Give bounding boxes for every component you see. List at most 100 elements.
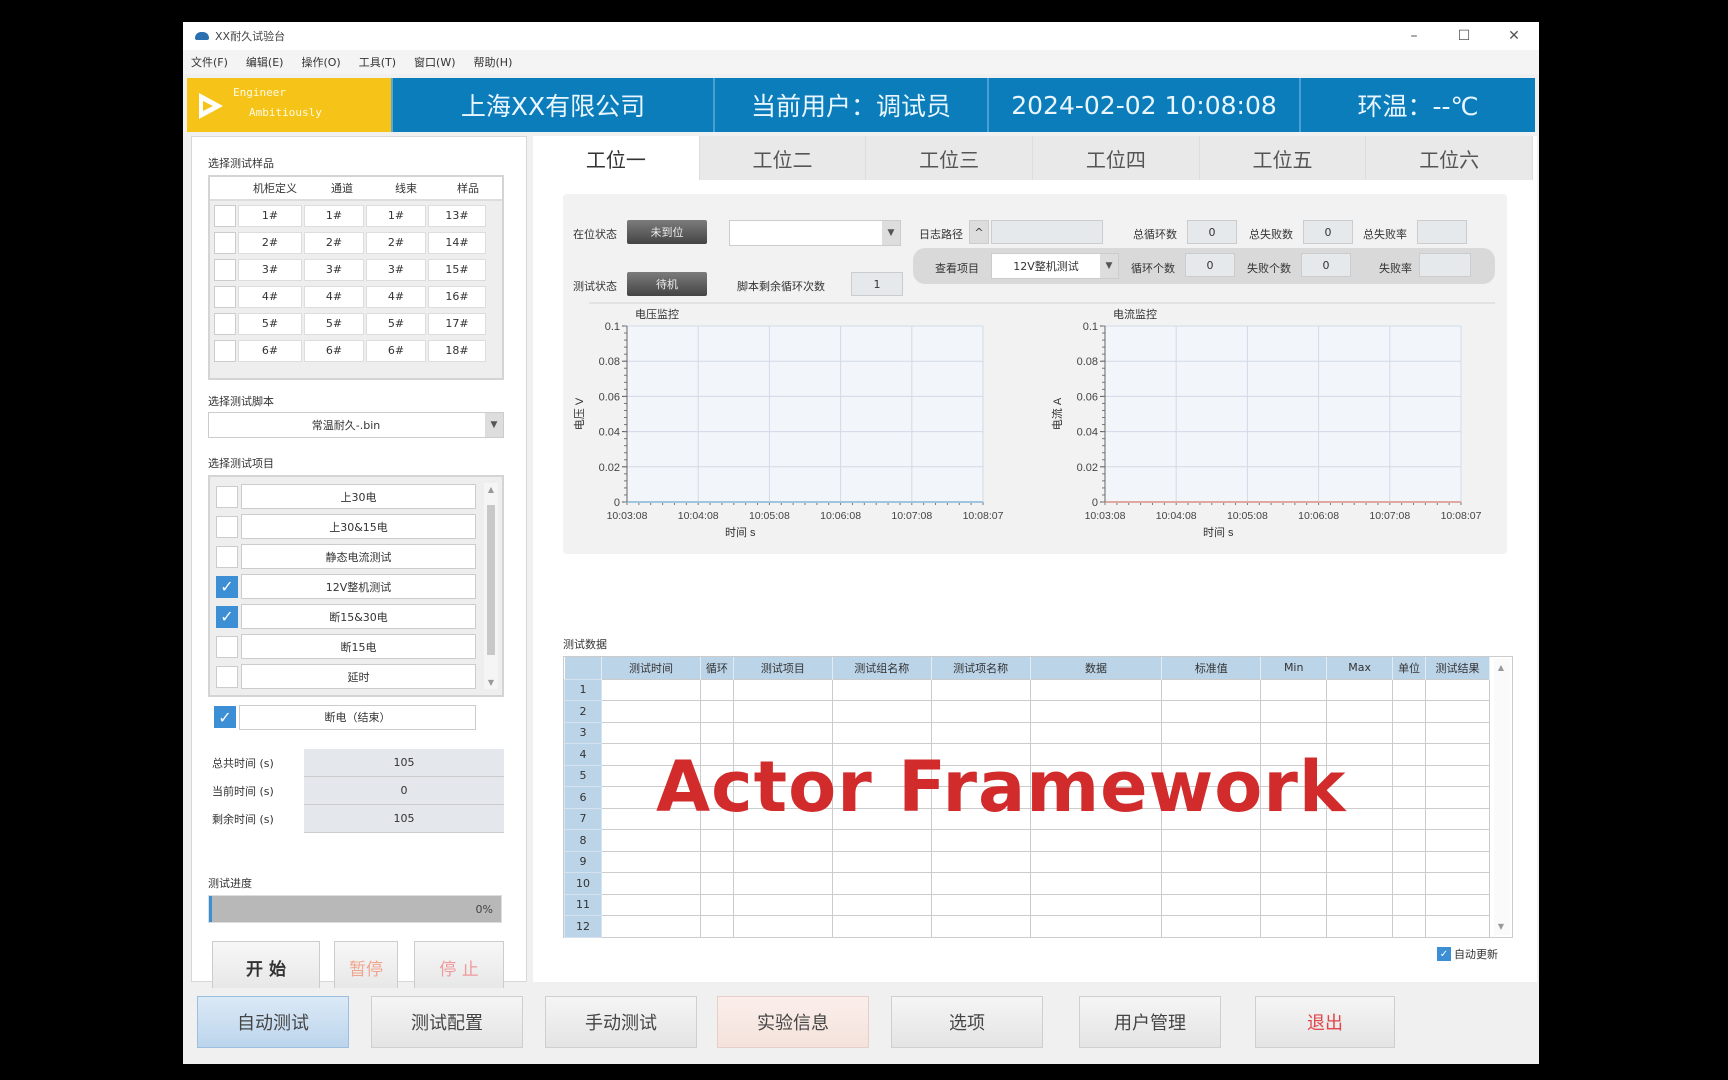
table-cell[interactable] [1425, 829, 1490, 852]
column-header[interactable]: Max [1326, 657, 1394, 679]
tab-station-4[interactable]: 工位四 [1033, 136, 1200, 180]
table-cell[interactable] [601, 700, 701, 723]
table-cell[interactable] [1392, 721, 1427, 744]
table-cell[interactable] [1260, 872, 1328, 895]
table-cell[interactable] [831, 700, 932, 723]
table-cell[interactable] [732, 915, 833, 938]
column-header[interactable]: 测试组名称 [832, 657, 932, 679]
table-cell[interactable] [601, 850, 701, 873]
table-cell[interactable] [1392, 700, 1427, 723]
table-cell[interactable] [930, 678, 1031, 701]
table-cell[interactable] [1326, 829, 1394, 852]
table-cell[interactable] [601, 721, 701, 744]
sample-checkbox[interactable] [214, 204, 236, 227]
table-cell[interactable] [1392, 743, 1427, 766]
table-cell[interactable] [930, 872, 1031, 895]
nav-button-3[interactable]: 手动测试 [545, 996, 697, 1048]
table-cell[interactable] [1392, 850, 1427, 873]
column-header[interactable]: 数据 [1030, 657, 1163, 679]
auto-update-checkbox[interactable]: ✓ [1437, 947, 1451, 961]
menu-file[interactable]: 文件(F) [191, 54, 228, 70]
test-item-row[interactable]: 断15电 [216, 633, 476, 660]
table-cell[interactable] [601, 893, 701, 916]
table-cell[interactable] [699, 678, 734, 701]
test-item-checkbox[interactable] [216, 515, 238, 538]
scroll-down-icon[interactable]: ▼ [1494, 922, 1508, 931]
table-cell[interactable] [1425, 743, 1490, 766]
sample-checkbox[interactable] [214, 339, 236, 362]
column-header[interactable]: 测试时间 [601, 657, 701, 679]
sample-row[interactable]: 2# 2# 2# 14# [214, 230, 498, 255]
table-cell[interactable] [1326, 915, 1394, 938]
menu-operate[interactable]: 操作(O) [301, 54, 340, 70]
tab-station-6[interactable]: 工位六 [1366, 136, 1534, 180]
test-item-checkbox[interactable] [216, 485, 238, 508]
table-cell[interactable] [601, 678, 701, 701]
log-path-field[interactable] [991, 220, 1103, 244]
items-scrollbar[interactable]: ▲ ▼ [484, 483, 498, 689]
table-cell[interactable] [1392, 893, 1427, 916]
table-cell[interactable] [1392, 872, 1427, 895]
table-cell[interactable] [1326, 893, 1394, 916]
sample-row[interactable]: 5# 5# 5# 17# [214, 311, 498, 336]
table-cell[interactable] [831, 872, 932, 895]
table-cell[interactable] [1392, 807, 1427, 830]
table-cell[interactable] [1425, 872, 1490, 895]
table-cell[interactable] [1161, 872, 1262, 895]
table-cell[interactable] [930, 700, 1031, 723]
menu-help[interactable]: 帮助(H) [474, 54, 513, 70]
tab-station-1[interactable]: 工位一 [533, 136, 700, 180]
table-cell[interactable] [1392, 764, 1427, 787]
table-cell[interactable] [1392, 915, 1427, 938]
nav-button-4[interactable]: 实验信息 [717, 996, 869, 1048]
scroll-down-icon[interactable]: ▼ [484, 678, 498, 687]
table-cell[interactable] [732, 872, 833, 895]
table-row[interactable]: 11 [563, 893, 1490, 916]
table-cell[interactable] [1260, 721, 1328, 744]
auto-update-toggle[interactable]: ✓ 自动更新 [1437, 946, 1498, 962]
position-select[interactable]: ▼ [729, 220, 901, 246]
sample-row[interactable]: 4# 4# 4# 16# [214, 284, 498, 309]
table-cell[interactable] [699, 872, 734, 895]
column-header[interactable]: Min [1260, 657, 1328, 679]
nav-button-2[interactable]: 测试配置 [371, 996, 523, 1048]
table-cell[interactable] [1425, 893, 1490, 916]
table-row[interactable]: 9 [563, 850, 1490, 873]
nav-button-6[interactable]: 用户管理 [1079, 996, 1221, 1048]
table-cell[interactable] [699, 915, 734, 938]
minimize-button[interactable]: – [1389, 22, 1439, 50]
nav-button-5[interactable]: 选项 [891, 996, 1043, 1048]
table-cell[interactable] [732, 893, 833, 916]
column-header[interactable]: 循环 [700, 657, 734, 679]
table-cell[interactable] [930, 850, 1031, 873]
table-cell[interactable] [831, 893, 932, 916]
table-cell[interactable] [1326, 721, 1394, 744]
table-cell[interactable] [1326, 678, 1394, 701]
table-row[interactable]: 2 [563, 700, 1490, 723]
table-cell[interactable] [601, 915, 701, 938]
table-cell[interactable] [601, 872, 701, 895]
browse-path-icon[interactable]: ^ [969, 220, 989, 244]
table-cell[interactable] [732, 829, 833, 852]
column-header[interactable]: 测试项名称 [931, 657, 1031, 679]
table-cell[interactable] [930, 893, 1031, 916]
sample-checkbox[interactable] [214, 285, 236, 308]
table-cell[interactable] [1161, 829, 1262, 852]
table-cell[interactable] [1029, 872, 1163, 895]
table-cell[interactable] [1425, 786, 1490, 809]
table-cell[interactable] [1425, 721, 1490, 744]
table-cell[interactable] [1260, 700, 1328, 723]
table-cell[interactable] [1425, 807, 1490, 830]
table-cell[interactable] [1161, 850, 1262, 873]
table-cell[interactable] [1161, 893, 1262, 916]
table-cell[interactable] [732, 850, 833, 873]
view-item-select[interactable]: 12V整机测试 ▼ [991, 253, 1119, 279]
table-cell[interactable] [1425, 700, 1490, 723]
table-cell[interactable] [1161, 678, 1262, 701]
table-cell[interactable] [1161, 721, 1262, 744]
table-cell[interactable] [1392, 786, 1427, 809]
test-item-checkbox[interactable] [216, 635, 238, 658]
table-cell[interactable] [1260, 829, 1328, 852]
pause-button[interactable]: 暂停 [334, 941, 398, 993]
test-item-checkbox[interactable]: ✓ [216, 575, 238, 598]
